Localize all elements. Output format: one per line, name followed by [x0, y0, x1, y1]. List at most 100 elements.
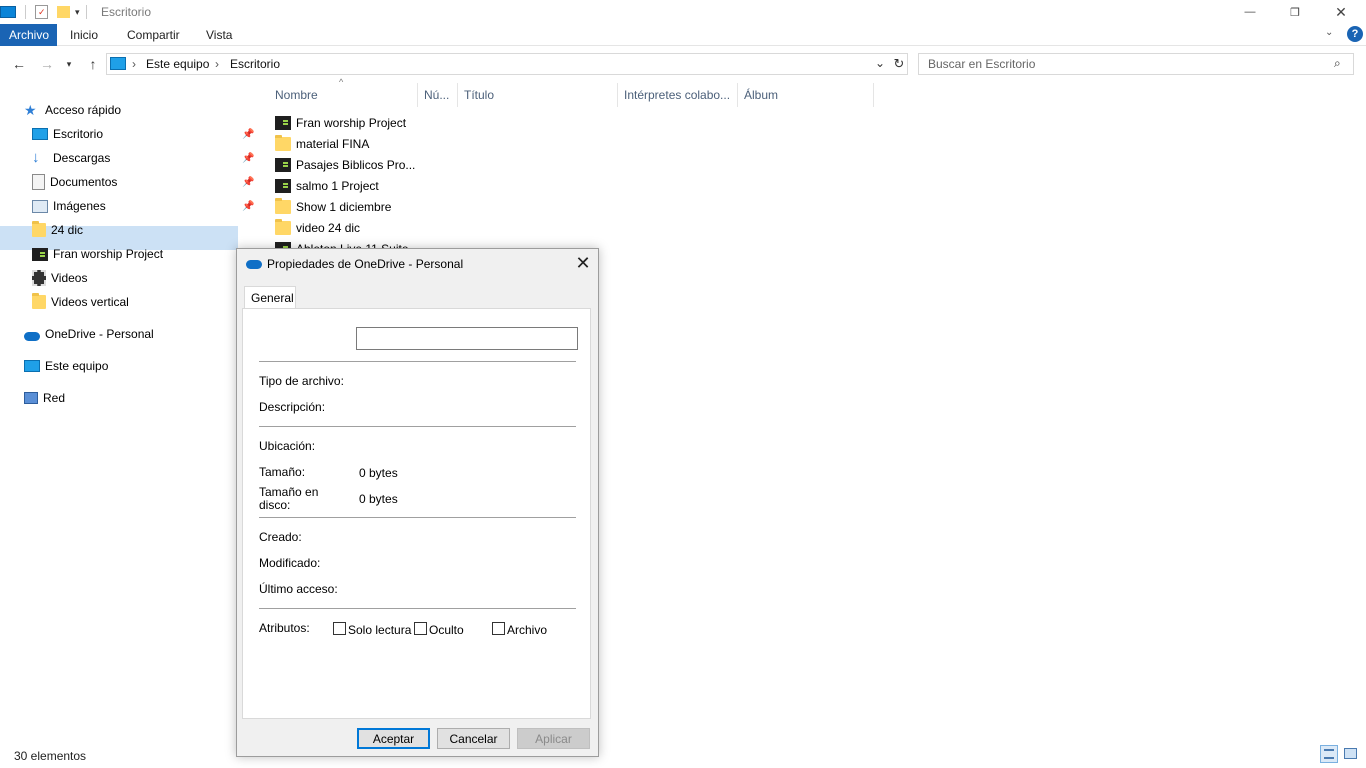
column-divider[interactable] — [737, 83, 738, 107]
nav-label: Descargas — [53, 151, 111, 165]
archive-label: Archivo — [507, 623, 548, 637]
new-folder-icon[interactable] — [57, 6, 70, 18]
breadcrumb-este-equipo[interactable]: Este equipo — [146, 57, 209, 71]
properties-icon[interactable]: ✓ — [35, 5, 48, 19]
recent-locations-button[interactable]: ▾ — [62, 54, 76, 74]
restore-button[interactable]: ❐ — [1272, 0, 1318, 24]
close-button[interactable]: ✕ — [1318, 0, 1364, 24]
nav-item-onedrive-personal[interactable]: OneDrive - Personal — [24, 323, 154, 345]
nav-item-escritorio[interactable]: Escritorio — [32, 123, 103, 145]
address-bar[interactable]: › Este equipo › Escritorio ⌄ — [106, 53, 908, 75]
file-row[interactable]: video 24 dic — [275, 218, 360, 238]
network-icon — [24, 392, 38, 404]
file-row[interactable]: Fran worship Project — [275, 113, 406, 133]
archive-checkbox[interactable] — [492, 622, 505, 635]
column-header-numero[interactable]: Nú... — [424, 85, 449, 105]
address-history-chevron-icon[interactable]: ⌄ — [875, 56, 885, 70]
size-on-disk-value: 0 bytes — [359, 492, 398, 506]
file-type-label: Tipo de archivo: — [259, 374, 344, 388]
window-title: Escritorio — [101, 5, 152, 19]
explorer-app-icon — [0, 6, 16, 18]
column-divider[interactable] — [873, 83, 874, 107]
toolbar-divider — [25, 5, 26, 19]
nav-item-videos[interactable]: Videos — [32, 267, 87, 289]
nav-item-red[interactable]: Red — [24, 387, 65, 409]
minimize-icon: — — [1244, 6, 1256, 18]
file-name: salmo 1 Project — [296, 179, 379, 193]
nav-item-fran-worship-project[interactable]: Fran worship Project — [32, 243, 163, 265]
computer-icon — [24, 360, 40, 372]
nav-item-descargas[interactable]: ↓ Descargas — [32, 147, 110, 169]
onedrive-icon — [24, 331, 40, 341]
nav-label: 24 dic — [51, 223, 84, 237]
nav-label: OneDrive - Personal — [45, 327, 154, 341]
dialog-close-button[interactable]: ✕ — [572, 252, 594, 274]
nav-item-imagenes[interactable]: Imágenes — [32, 195, 106, 217]
large-icons-view-button[interactable] — [1342, 745, 1360, 763]
tab-compartir[interactable]: Compartir — [119, 24, 188, 46]
apply-button[interactable]: Aplicar — [517, 728, 590, 749]
onedrive-icon — [246, 260, 262, 269]
modified-label: Modificado: — [259, 556, 321, 570]
nav-item-acceso-rapido[interactable]: ★ Acceso rápido — [24, 99, 121, 121]
tab-vista[interactable]: Vista — [198, 24, 240, 46]
column-divider[interactable] — [417, 83, 418, 107]
customize-toolbar-chevron-icon[interactable]: ▾ — [75, 7, 80, 18]
nav-item-24-dic[interactable]: 24 dic — [32, 219, 83, 241]
nav-label: Fran worship Project — [53, 247, 164, 261]
column-header-nombre[interactable]: Nombre — [275, 85, 318, 105]
size-value: 0 bytes — [359, 466, 398, 480]
ok-button[interactable]: Aceptar — [357, 728, 430, 749]
nav-item-videos-vertical[interactable]: Videos vertical — [32, 291, 129, 313]
tab-general[interactable]: General — [244, 286, 296, 309]
name-field[interactable] — [356, 327, 578, 350]
folder-icon — [275, 198, 291, 214]
search-input[interactable]: Buscar en Escritorio — [928, 57, 1035, 71]
pin-icon[interactable]: 📌 — [242, 177, 254, 188]
project-icon — [32, 247, 48, 261]
search-icon[interactable]: ⌕ — [1334, 56, 1341, 71]
minimize-button[interactable]: — — [1227, 0, 1273, 24]
column-header-album[interactable]: Álbum — [744, 85, 778, 105]
expand-ribbon-chevron-icon[interactable]: ⌄ — [1325, 27, 1333, 38]
help-icon[interactable]: ? — [1347, 26, 1363, 42]
cancel-button[interactable]: Cancelar — [437, 728, 510, 749]
file-row[interactable]: material FINA — [275, 134, 369, 154]
general-tab-panel: Tipo de archivo: Descripción: Ubicación:… — [242, 308, 591, 719]
accessed-label: Último acceso: — [259, 582, 338, 596]
file-name: video 24 dic — [296, 221, 361, 235]
read-only-checkbox[interactable] — [333, 622, 346, 635]
images-icon — [32, 199, 48, 213]
size-label: Tamaño: — [259, 465, 306, 479]
ribbon-tabs: Archivo Inicio Compartir Vista ⌄ ? — [0, 24, 1366, 46]
nav-label: Este equipo — [45, 359, 109, 373]
hidden-checkbox[interactable] — [414, 622, 427, 635]
details-view-button[interactable] — [1320, 745, 1338, 763]
column-divider[interactable] — [457, 83, 458, 107]
breadcrumb-escritorio[interactable]: Escritorio — [230, 57, 280, 71]
project-icon — [275, 179, 291, 193]
nav-item-este-equipo[interactable]: Este equipo — [24, 355, 108, 377]
nav-label: Acceso rápido — [45, 103, 122, 117]
up-button[interactable]: ↑ — [83, 54, 103, 74]
created-label: Creado: — [259, 530, 302, 544]
nav-item-documentos[interactable]: Documentos — [32, 171, 117, 193]
column-header-interpretes[interactable]: Intérpretes colabo... — [624, 85, 730, 105]
tab-archivo[interactable]: Archivo — [0, 24, 57, 46]
pin-icon[interactable]: 📌 — [242, 201, 254, 212]
nav-label: Documentos — [50, 175, 118, 189]
toolbar-divider — [85, 5, 87, 19]
file-row[interactable]: Pasajes Biblicos Pro... — [275, 155, 415, 175]
pin-icon[interactable]: 📌 — [242, 129, 254, 140]
pin-icon[interactable]: 📌 — [242, 153, 254, 164]
tab-inicio[interactable]: Inicio — [62, 24, 106, 46]
search-box[interactable]: Buscar en Escritorio ⌕ — [918, 53, 1354, 75]
column-divider[interactable] — [617, 83, 618, 107]
attributes-label: Atributos: — [259, 621, 310, 635]
refresh-button[interactable]: ↻ — [889, 54, 909, 74]
file-row[interactable]: salmo 1 Project — [275, 176, 379, 196]
back-button[interactable]: ← — [9, 54, 29, 74]
file-row[interactable]: Show 1 diciembre — [275, 197, 391, 217]
forward-button[interactable]: → — [37, 54, 57, 74]
column-header-titulo[interactable]: Título — [464, 85, 494, 105]
